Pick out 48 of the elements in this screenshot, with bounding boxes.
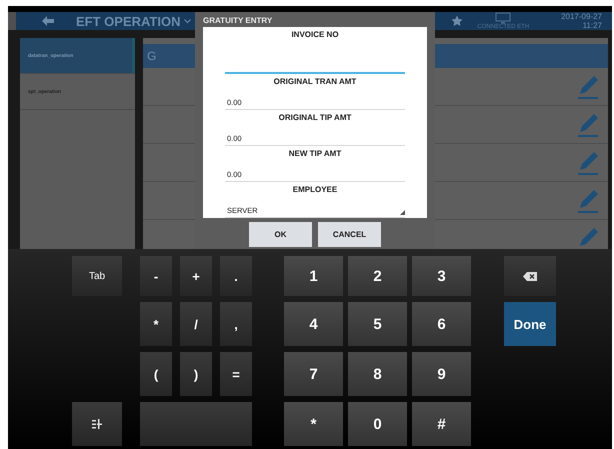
number-key[interactable]: 8 [348, 352, 407, 396]
panel-heading: G [147, 49, 156, 63]
number-key[interactable]: 3 [412, 256, 471, 296]
field-label: NEW TIP AMT [288, 149, 342, 158]
keyboard-layout-key[interactable] [72, 402, 122, 446]
pencil-icon[interactable] [576, 188, 600, 214]
backspace-key[interactable] [504, 256, 556, 296]
time-text: 11:27 [582, 21, 602, 30]
number-key[interactable]: * [284, 402, 343, 446]
field-label: ORIGINAL TIP AMT [278, 113, 352, 122]
number-key[interactable]: 1 [284, 256, 343, 296]
monitor-icon [495, 12, 512, 24]
pencil-icon[interactable] [576, 112, 600, 138]
field-label: ORIGINAL TRAN AMT [272, 77, 358, 86]
symbol-key[interactable]: . [220, 256, 252, 296]
number-key[interactable]: # [412, 402, 471, 446]
dialog-title: GRATUITY ENTRY [203, 16, 274, 25]
keyboard-layout-icon [92, 419, 102, 429]
number-key[interactable]: 0 [348, 402, 407, 446]
number-key[interactable]: 2 [348, 256, 407, 296]
symbol-key[interactable]: ) [180, 352, 212, 396]
symbol-key[interactable]: - [140, 256, 172, 296]
symbol-key[interactable]: , [220, 302, 252, 346]
symbol-key[interactable]: ( [140, 352, 172, 396]
number-key[interactable]: 6 [412, 302, 471, 346]
dropdown-corner-icon [400, 210, 405, 215]
back-arrow-icon[interactable] [42, 16, 54, 26]
pencil-icon[interactable] [576, 74, 600, 100]
pencil-icon[interactable] [576, 150, 600, 176]
dialog-button[interactable]: CANCEL [318, 222, 381, 247]
dialog-button[interactable]: OK [249, 222, 312, 247]
symbol-key[interactable]: = [220, 352, 252, 396]
number-key[interactable]: 7 [284, 352, 343, 396]
field-label: INVOICE NO [290, 30, 340, 39]
number-key[interactable]: 5 [348, 302, 407, 346]
blank-key[interactable] [140, 402, 252, 446]
number-key[interactable]: 9 [412, 352, 471, 396]
tab-key[interactable]: Tab [72, 256, 122, 296]
backspace-icon [523, 272, 537, 280]
symbol-key[interactable]: + [180, 256, 212, 296]
symbol-key[interactable]: / [180, 302, 212, 346]
date-text: 2017-09-27 [561, 12, 602, 21]
field-label: EMPLOYEE [292, 185, 338, 194]
done-key[interactable]: Done [504, 302, 556, 346]
symbol-key[interactable]: * [140, 302, 172, 346]
number-key[interactable]: 4 [284, 302, 343, 346]
star-icon[interactable] [451, 15, 464, 27]
chevron-down-icon[interactable] [184, 18, 192, 24]
